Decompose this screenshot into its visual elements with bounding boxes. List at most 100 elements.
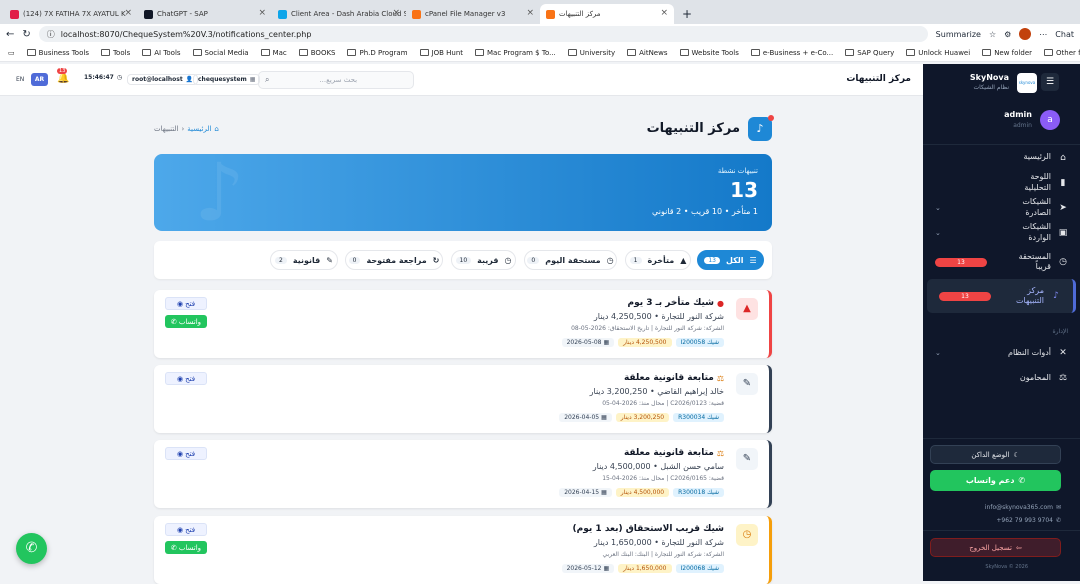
- scale-icon: ⚖: [1058, 372, 1068, 383]
- back-icon[interactable]: ←: [6, 29, 14, 40]
- tab-favicon-icon: [546, 9, 555, 19]
- bookmark-folder[interactable]: e-Business + e-Co...: [750, 49, 833, 57]
- menu-icon[interactable]: ⋯: [1039, 30, 1047, 39]
- tab-close-icon[interactable]: ×: [258, 8, 266, 18]
- bookmark-folder[interactable]: Ph.D Program: [347, 49, 408, 57]
- lang-en-button[interactable]: EN: [16, 73, 24, 86]
- user-avatar: a: [1040, 110, 1060, 130]
- sidebar-menu-button[interactable]: ☰: [1041, 73, 1059, 91]
- bookmark-folder[interactable]: University: [567, 49, 615, 57]
- banner-summary: 1 متأخر • 10 قريب • 2 قانوني: [652, 207, 758, 216]
- open-button[interactable]: فتح ◉: [165, 447, 207, 460]
- bookmark-folder[interactable]: Mac Program $ To...: [475, 49, 556, 57]
- folder-icon: [906, 49, 916, 56]
- reading-list-icon[interactable]: ▭: [8, 49, 15, 57]
- bell-count-badge: 13: [57, 68, 68, 74]
- amount-chip: 4,500,000 دينار: [615, 488, 670, 497]
- lang-ar-button[interactable]: AR: [31, 73, 48, 86]
- tab-close-icon[interactable]: ×: [124, 8, 132, 18]
- filter-tab[interactable]: ◷ مستحقة اليوم 0: [524, 250, 617, 270]
- nav-count-badge: 13: [939, 291, 991, 301]
- open-button[interactable]: فتح ◉: [165, 523, 207, 536]
- filter-icon: ✎: [326, 255, 333, 265]
- whatsapp-support-button[interactable]: ✆ دعم واتساب: [930, 470, 1061, 491]
- logo-box: skynova: [1017, 73, 1037, 93]
- notification-line: خالد إبراهيم القاضي • 3,200,250 دينار: [589, 387, 724, 396]
- breadcrumb-home[interactable]: الرئيسية: [187, 125, 211, 133]
- tab-close-icon[interactable]: ×: [392, 8, 400, 18]
- eye-icon: ◉: [176, 449, 184, 458]
- browser-tab[interactable]: ChatGPT - SAP ×: [138, 4, 272, 24]
- support-email[interactable]: ✉ info@skynova365.com: [985, 504, 1061, 511]
- filter-tab[interactable]: ▲ متأخرة 1: [625, 250, 691, 270]
- notifications-bell-button[interactable]: 🔔 13: [57, 68, 73, 87]
- logout-button[interactable]: ⇦ تسجيل الخروج: [930, 538, 1061, 557]
- bookmark-folder[interactable]: BOOKS: [298, 49, 335, 57]
- sidebar-item-send[interactable]: ➤ الشيكات الصادرة ⌄: [923, 195, 1080, 220]
- profile-avatar[interactable]: [1019, 28, 1032, 40]
- tab-close-icon[interactable]: ×: [660, 8, 668, 18]
- whatsapp-button[interactable]: واتساب ✆: [165, 541, 207, 554]
- filter-tab[interactable]: ☰ الكل 13: [697, 250, 764, 270]
- bookmark-folder[interactable]: Business Tools: [26, 49, 89, 57]
- bookmark-folder[interactable]: AI Tools: [142, 49, 181, 57]
- browser-tab[interactable]: Client Area - Dash Arabia Cloud S ×: [272, 4, 406, 24]
- bookmark-folder[interactable]: JOB Hunt: [419, 49, 463, 57]
- sidebar-item-inbox[interactable]: ▣ الشيكات الواردة ⌄: [923, 220, 1080, 245]
- floating-whatsapp-button[interactable]: ✆: [16, 533, 47, 564]
- extensions-icon[interactable]: ⚙: [1004, 30, 1011, 39]
- bookmark-folder[interactable]: SAP Query: [845, 49, 894, 57]
- sidebar-item-bell[interactable]: ♪ مركز التنبيهات 13: [927, 279, 1076, 313]
- bookmark-folder[interactable]: Website Tools: [679, 49, 739, 57]
- search-input[interactable]: بحث سريع... ⌕: [258, 71, 414, 89]
- bell-icon: 🔔: [57, 73, 70, 84]
- tab-favicon-icon: [412, 9, 421, 19]
- bookmark-folder[interactable]: Unlock Huawei: [906, 49, 970, 57]
- sidebar: skynova SkyNova نظام الشيكات ☰ a admin a…: [923, 64, 1080, 581]
- tab-close-icon[interactable]: ×: [526, 8, 534, 18]
- summarize-button[interactable]: Summarize: [936, 30, 981, 39]
- chart-icon: ▮: [1060, 177, 1066, 188]
- bookmark-folder[interactable]: AitNews: [627, 49, 668, 57]
- sidebar-item-scale[interactable]: ⚖ المحامون: [923, 365, 1080, 390]
- chat-button[interactable]: Chat: [1055, 30, 1074, 39]
- database-icon: ▦: [249, 76, 256, 83]
- browser-tab[interactable]: مركز التنبيهات ×: [540, 4, 674, 24]
- notification-meta: الشركة: شركة النور للتجارة | البنك: البن…: [602, 551, 724, 558]
- bookmark-folder[interactable]: Tools: [100, 49, 130, 57]
- new-tab-icon[interactable]: +: [674, 7, 700, 24]
- filter-tab[interactable]: ◷ قريبة 10: [451, 250, 516, 270]
- browser-tab[interactable]: cPanel File Manager v3 ×: [406, 4, 540, 24]
- sidebar-item-clock[interactable]: ◷ المستحقة قريباً 13: [923, 245, 1080, 279]
- sidebar-section-label: الإدارة: [1052, 328, 1068, 335]
- bookmark-folder[interactable]: New folder: [982, 49, 1032, 57]
- reload-icon[interactable]: ↻: [22, 29, 30, 40]
- open-button[interactable]: فتح ◉: [165, 297, 207, 310]
- notification-type-icon: ▲: [736, 298, 758, 320]
- filter-tab[interactable]: ↻ مراجعة مفتوحة 0: [345, 250, 443, 270]
- topbar-title: مركز التنبيهات: [846, 74, 911, 84]
- star-icon[interactable]: ☆: [989, 30, 996, 39]
- browser-tab[interactable]: (124) 7X FATIHA 7X AYATUL K ×: [4, 4, 138, 24]
- url-field[interactable]: ⓘ localhost:8070/ChequeSystem%20V.3/noti…: [38, 26, 928, 42]
- banner-label: تنبيهات نشطة: [717, 167, 758, 175]
- open-button[interactable]: فتح ◉: [165, 372, 207, 385]
- other-favorites[interactable]: Other favorites: [1044, 49, 1080, 57]
- support-phone[interactable]: ✆ 9704 993 79 962+: [996, 517, 1061, 524]
- notification-meta: قضية: C2026/0165 | محال منذ: 2026-04-15: [602, 475, 724, 482]
- sidebar-item-chart[interactable]: ▮ اللوحة التحليلية: [923, 170, 1080, 195]
- whatsapp-button[interactable]: واتساب ✆: [165, 315, 207, 328]
- dark-mode-toggle[interactable]: ☾ الوضع الداكن: [930, 445, 1061, 464]
- sidebar-item-home[interactable]: ⌂ الرئيسية: [923, 145, 1080, 170]
- sidebar-item-tools[interactable]: ✕ أدوات النظام ⌄: [923, 340, 1080, 365]
- inbox-icon: ▣: [1058, 227, 1068, 238]
- date-chip: ▦ 2026-04-15: [559, 488, 612, 497]
- user-role: admin: [1013, 122, 1032, 129]
- bookmark-folder[interactable]: Social Media: [192, 49, 249, 57]
- calendar-icon: ▦: [603, 565, 610, 572]
- filter-tab[interactable]: ✎ قانونية 2: [270, 250, 338, 270]
- search-placeholder: بحث سريع...: [319, 76, 358, 84]
- bookmark-folder[interactable]: Mac: [260, 49, 287, 57]
- whatsapp-icon: ✆: [25, 540, 38, 556]
- eye-icon: ◉: [176, 374, 184, 383]
